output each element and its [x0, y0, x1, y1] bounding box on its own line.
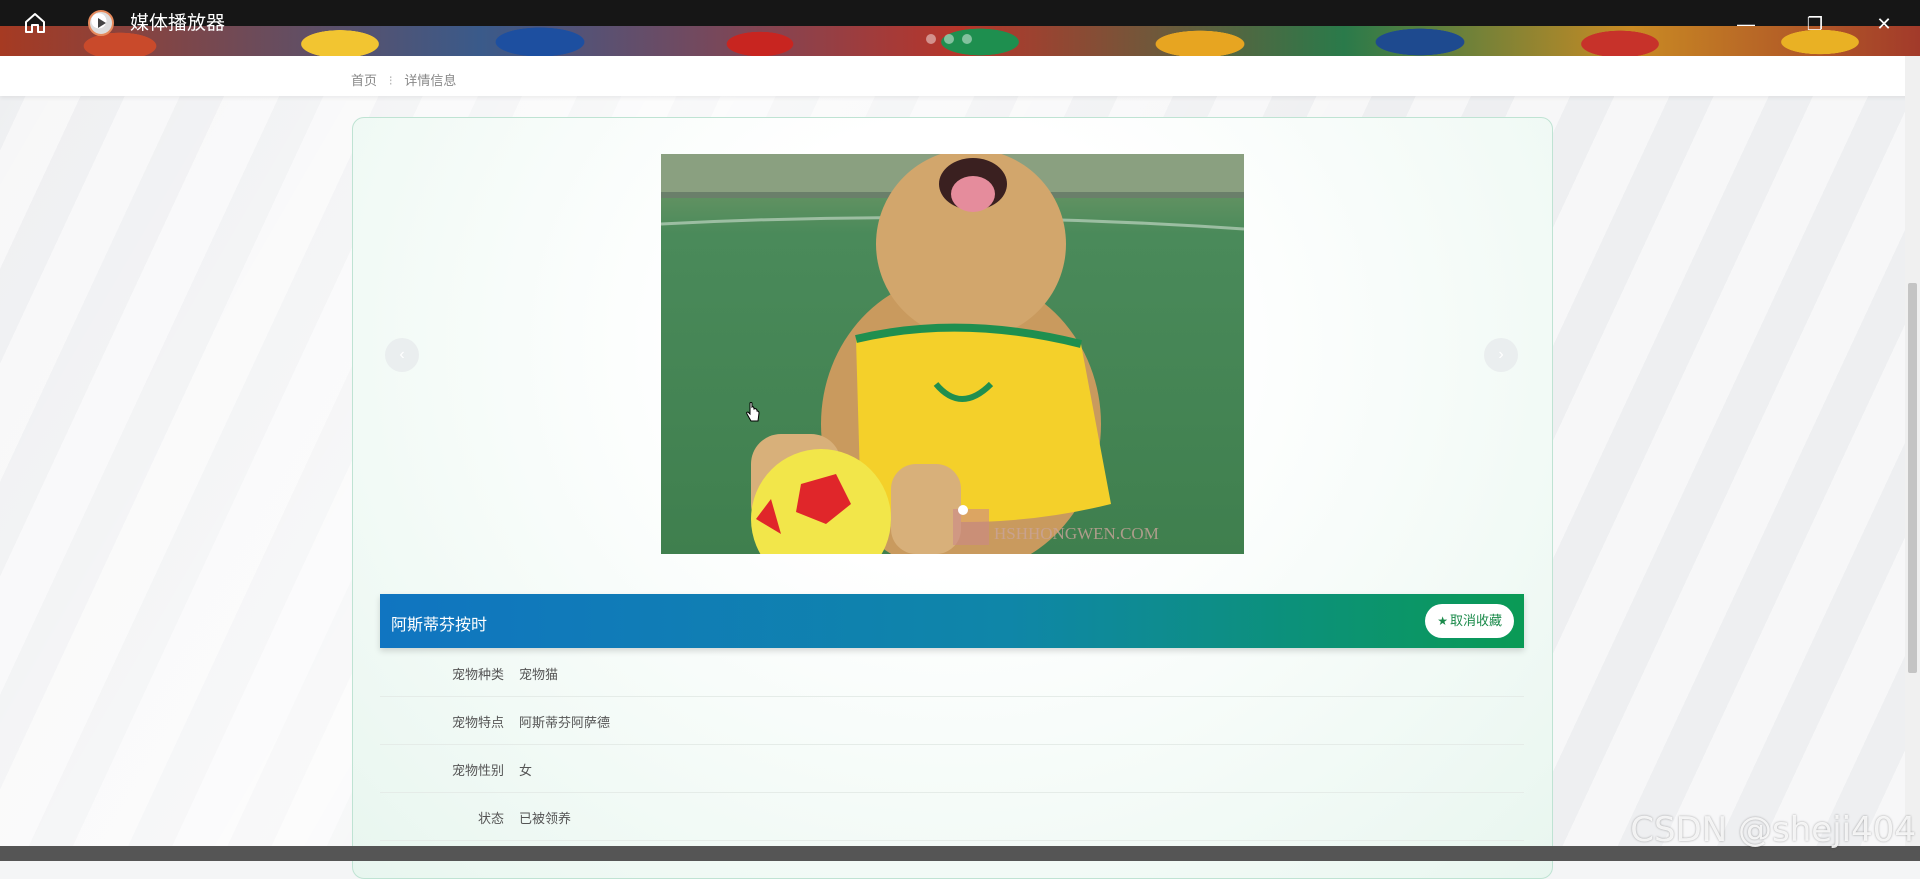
breadcrumb-current: 详情信息 [404, 73, 457, 88]
unfavorite-label: 取消收藏 [1449, 613, 1502, 628]
banner-dots [926, 31, 980, 49]
pet-detail-card: HSHHONGWEN.COM ‹ › 阿斯蒂芬按时 ★ 取消收藏 宠物种类 宠物猫… [352, 117, 1553, 879]
pet-photo[interactable]: HSHHONGWEN.COM [661, 154, 1244, 554]
home-icon[interactable] [22, 10, 48, 36]
dog-photo-image: HSHHONGWEN.COM [661, 154, 1244, 554]
breadcrumb-bar: 首页 ⁝ 详情信息 [0, 56, 1920, 96]
breadcrumb: 首页 ⁝ 详情信息 [351, 70, 464, 89]
detail-value: 阿斯蒂芬阿萨德 [519, 715, 611, 730]
scrollbar-thumb[interactable] [1908, 283, 1917, 673]
media-player-logo-icon [88, 10, 114, 36]
detail-label: 宠物性别 [451, 763, 504, 778]
detail-value: 已被领养 [519, 811, 572, 826]
detail-label: 状态 [477, 811, 504, 826]
minimize-button[interactable]: — [1734, 12, 1758, 36]
pet-title-band: 阿斯蒂芬按时 ★ 取消收藏 [380, 594, 1524, 648]
carousel-prev-button[interactable]: ‹ [385, 338, 419, 372]
banner-dot[interactable] [944, 34, 954, 44]
star-icon: ★ [1437, 614, 1448, 628]
detail-row: 宠物特点 阿斯蒂芬阿萨德 [380, 696, 1524, 745]
maximize-button[interactable]: ❐ [1803, 12, 1827, 36]
detail-label: 宠物种类 [451, 667, 504, 682]
breadcrumb-separator: ⁝ [388, 73, 393, 88]
banner-dot[interactable] [926, 34, 936, 44]
breadcrumb-home-link[interactable]: 首页 [351, 73, 377, 88]
detail-row: 状态 已被领养 [380, 792, 1524, 841]
detail-row: 宠物性别 女 [380, 744, 1524, 793]
banner-dot[interactable] [962, 34, 972, 44]
carousel-next-button[interactable]: › [1484, 338, 1518, 372]
banner-image-strip [0, 26, 1920, 56]
app-title: 媒体播放器 [130, 13, 226, 34]
photo-caption: HSHHONGWEN.COM [994, 524, 1159, 543]
pet-name: 阿斯蒂芬按时 [391, 617, 488, 634]
csdn-watermark: CSDN @sheji404 [1630, 810, 1916, 850]
unfavorite-button[interactable]: ★ 取消收藏 [1425, 604, 1514, 638]
vertical-scrollbar[interactable] [1905, 56, 1920, 846]
detail-value: 女 [519, 763, 533, 778]
close-button[interactable]: ✕ [1872, 12, 1896, 36]
detail-label: 宠物特点 [451, 715, 504, 730]
window-titlebar: 媒体播放器 — ❐ ✕ [0, 0, 1920, 36]
detail-row: 宠物种类 宠物猫 [380, 648, 1524, 697]
hand-cursor-icon [746, 402, 760, 422]
detail-value: 宠物猫 [519, 667, 559, 682]
